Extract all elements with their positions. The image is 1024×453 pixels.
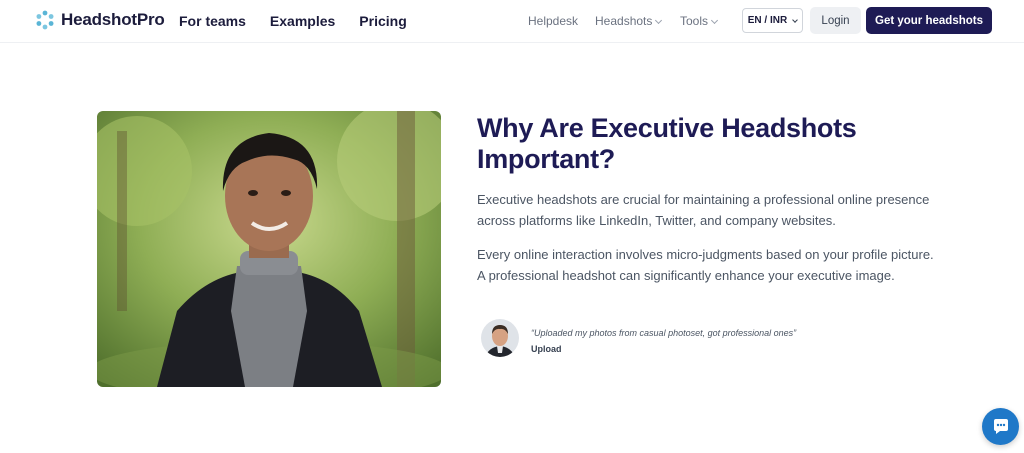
nav-headshots-dropdown[interactable]: Headshots <box>595 14 663 28</box>
site-header: HeadshotPro For teams Examples Pricing H… <box>0 0 1024 43</box>
chevron-down-icon <box>710 16 719 25</box>
nav-headshots-label: Headshots <box>595 14 653 28</box>
nav-examples[interactable]: Examples <box>270 13 335 29</box>
brand-logo[interactable]: HeadshotPro <box>35 10 165 30</box>
testimonial: “Uploaded my photos from casual photoset… <box>481 319 796 357</box>
chat-widget-button[interactable] <box>982 408 1019 445</box>
primary-nav: For teams Examples Pricing <box>179 13 407 29</box>
language-label: EN / INR <box>747 15 788 26</box>
get-headshots-button[interactable]: Get your headshots <box>866 7 992 34</box>
nav-tools-label: Tools <box>680 14 709 28</box>
section-title: Why Are Executive Headshots Important? <box>477 113 857 174</box>
nav-for-teams[interactable]: For teams <box>179 13 246 29</box>
chat-bubble-icon <box>993 418 1008 434</box>
brand-name: HeadshotPro <box>61 10 165 29</box>
testimonial-avatar <box>481 319 519 357</box>
executive-headshot-photo <box>97 111 441 387</box>
headshotpro-logo-icon <box>36 10 54 30</box>
testimonial-label: Upload <box>531 344 562 354</box>
nav-pricing[interactable]: Pricing <box>359 13 406 29</box>
avatar-image <box>481 319 519 357</box>
nav-tools-dropdown[interactable]: Tools <box>680 14 719 28</box>
headshot-image <box>97 111 441 387</box>
chevron-down-icon <box>655 16 663 25</box>
testimonial-text: “Uploaded my photos from casual photoset… <box>531 319 796 354</box>
paragraph-2: Every online interaction involves micro-… <box>477 247 934 283</box>
testimonial-quote: “Uploaded my photos from casual photoset… <box>531 328 797 338</box>
language-currency-select[interactable]: EN / INR <box>742 8 803 33</box>
paragraph-1: Executive headshots are crucial for main… <box>477 192 930 228</box>
nav-helpdesk[interactable]: Helpdesk <box>528 14 578 28</box>
login-button[interactable]: Login <box>810 7 861 34</box>
chevron-down-icon <box>792 16 799 23</box>
